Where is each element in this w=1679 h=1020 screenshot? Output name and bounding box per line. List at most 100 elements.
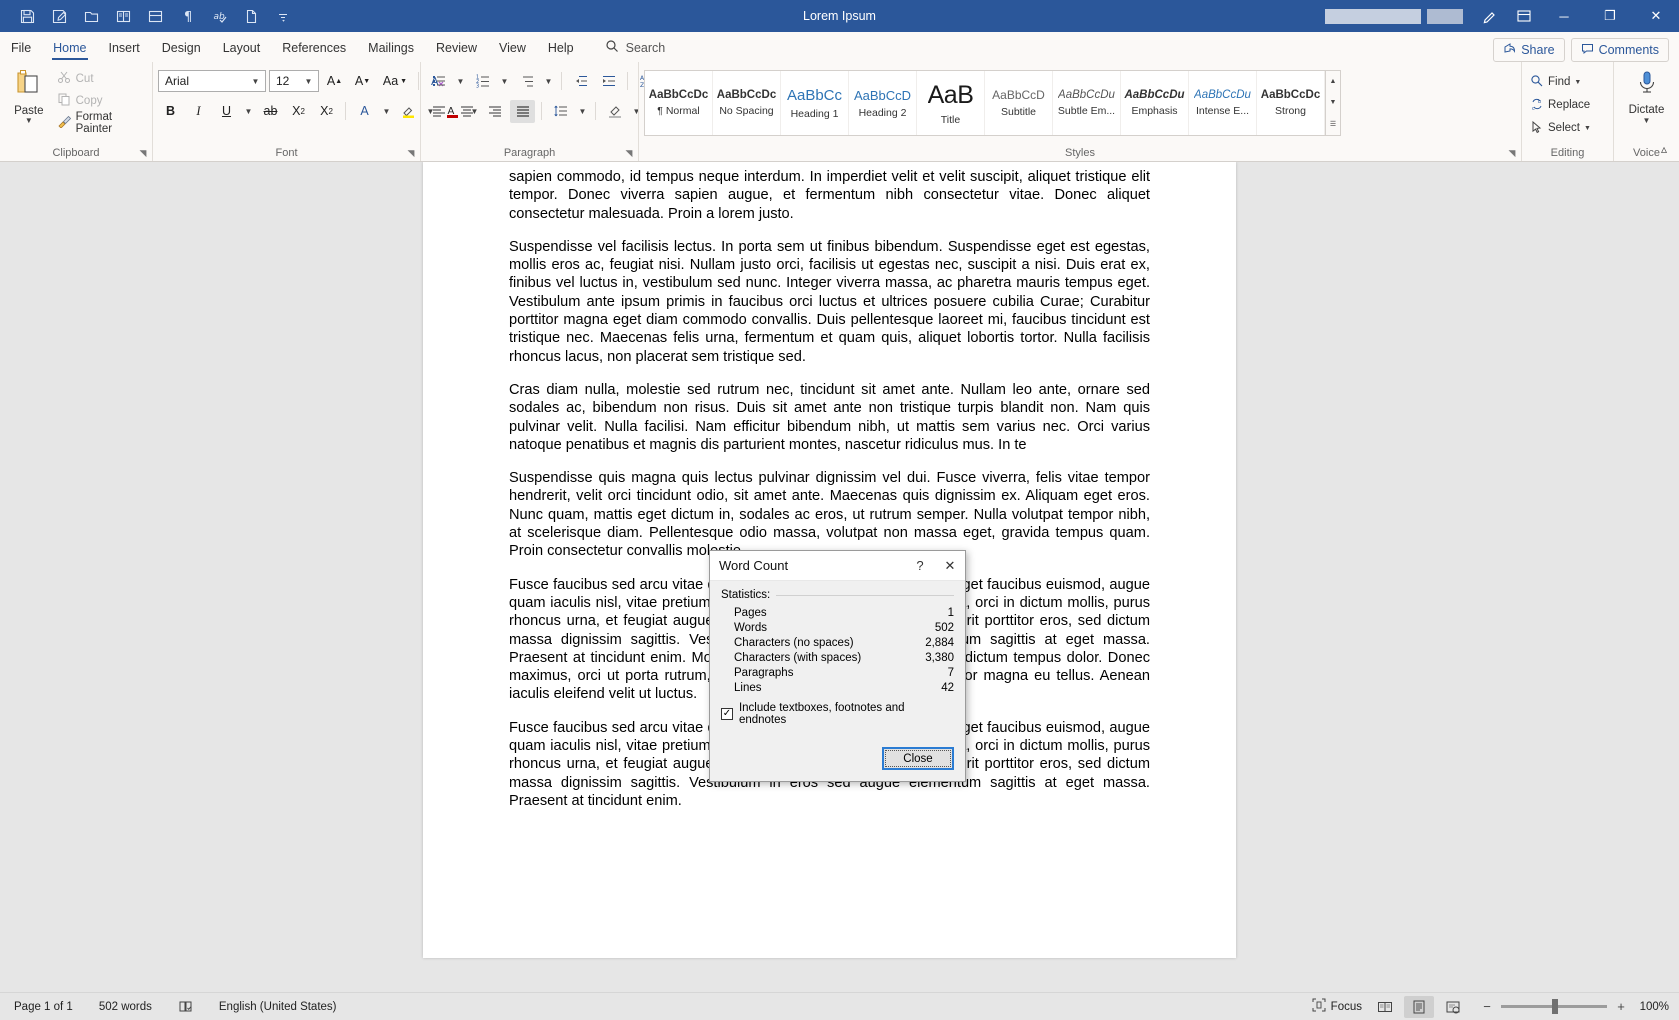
new-document-icon[interactable] bbox=[236, 3, 266, 29]
chevron-down-icon[interactable]: ▼ bbox=[1643, 116, 1651, 125]
read-mode-view-button[interactable] bbox=[1370, 996, 1400, 1018]
style-subtitle[interactable]: AaBbCcD Subtitle bbox=[985, 71, 1053, 135]
bullet-list-icon[interactable] bbox=[426, 70, 451, 93]
read-mode-icon[interactable] bbox=[108, 3, 138, 29]
dialog-close-button[interactable]: Close bbox=[882, 747, 954, 770]
style-heading-2[interactable]: AaBbCcD Heading 2 bbox=[849, 71, 917, 135]
chevron-down-icon[interactable]: ▼ bbox=[1584, 125, 1591, 132]
zoom-thumb[interactable] bbox=[1552, 999, 1558, 1014]
page-indicator[interactable]: Page 1 of 1 bbox=[10, 999, 77, 1015]
grow-font-icon[interactable]: A ▲ bbox=[322, 70, 347, 93]
format-painter-button[interactable]: Format Painter bbox=[53, 111, 147, 135]
change-case-icon[interactable]: Aa ▼ bbox=[378, 70, 412, 93]
comments-button[interactable]: Comments bbox=[1570, 38, 1669, 62]
tab-view[interactable]: View bbox=[488, 34, 537, 62]
pen-icon[interactable] bbox=[1473, 0, 1507, 32]
chevron-down-icon[interactable]: ▼ bbox=[454, 70, 467, 93]
chevron-down-icon[interactable]: ▼ bbox=[301, 77, 316, 86]
increase-indent-icon[interactable] bbox=[596, 70, 621, 93]
clipboard-dialog-launcher[interactable]: ◥ bbox=[137, 147, 149, 159]
customize-qat-icon[interactable] bbox=[268, 3, 298, 29]
numbered-list-icon[interactable]: 123 bbox=[470, 70, 495, 93]
style-strong[interactable]: AaBbCcDc Strong bbox=[1257, 71, 1325, 135]
style-subtle-emphasis[interactable]: AaBbCcDu Subtle Em... bbox=[1053, 71, 1121, 135]
cut-button[interactable]: Cut bbox=[53, 68, 147, 89]
maximize-button[interactable]: ❐ bbox=[1587, 0, 1633, 32]
share-button[interactable]: Share bbox=[1493, 38, 1565, 62]
style-heading-1[interactable]: AaBbCс Heading 1 bbox=[781, 71, 849, 135]
align-center-icon[interactable] bbox=[454, 100, 479, 123]
proofing-errors-icon[interactable] bbox=[174, 997, 197, 1016]
align-right-icon[interactable] bbox=[482, 100, 507, 123]
styles-dialog-launcher[interactable]: ◥ bbox=[1506, 147, 1518, 159]
save-icon[interactable] bbox=[12, 3, 42, 29]
align-justify-icon[interactable] bbox=[510, 99, 535, 123]
include-textboxes-checkbox[interactable]: ✓ Include textboxes, footnotes and endno… bbox=[721, 702, 954, 726]
checkbox-box[interactable]: ✓ bbox=[721, 708, 733, 720]
print-layout-view-button[interactable] bbox=[1404, 995, 1434, 1018]
text-highlight-icon[interactable] bbox=[396, 100, 421, 123]
chevron-down-icon[interactable]: ▼ bbox=[498, 70, 511, 93]
tab-home[interactable]: Home bbox=[42, 34, 97, 62]
chevron-down-icon[interactable]: ▼ bbox=[1574, 79, 1581, 86]
tab-references[interactable]: References bbox=[271, 34, 357, 62]
zoom-out-button[interactable]: − bbox=[1480, 999, 1494, 1014]
chevron-down-icon[interactable]: ▼ bbox=[576, 100, 589, 123]
tab-insert[interactable]: Insert bbox=[98, 34, 151, 62]
bold-icon[interactable]: B bbox=[158, 100, 183, 123]
spelling-icon[interactable]: ab bbox=[204, 3, 234, 29]
style-no-spacing[interactable]: AaBbCcDc No Spacing bbox=[713, 71, 781, 135]
search-input[interactable]: Search bbox=[626, 41, 666, 55]
autosave-icon[interactable] bbox=[44, 3, 74, 29]
collapse-ribbon-icon[interactable]: ▵ bbox=[1655, 142, 1673, 158]
multilevel-list-icon[interactable] bbox=[514, 70, 539, 93]
chevron-down-icon[interactable]: ▼ bbox=[25, 117, 33, 125]
paragraph-dialog-launcher[interactable]: ◥ bbox=[623, 147, 635, 159]
align-left-icon[interactable] bbox=[426, 100, 451, 123]
dictate-button[interactable]: Dictate ▼ bbox=[1619, 68, 1674, 125]
ribbon-display-options-icon[interactable] bbox=[1507, 0, 1541, 32]
shrink-font-icon[interactable]: A ▼ bbox=[350, 70, 375, 93]
word-count-indicator[interactable]: 502 words bbox=[95, 999, 156, 1015]
style-emphasis[interactable]: AaBbCcDu Emphasis bbox=[1121, 71, 1189, 135]
tab-review[interactable]: Review bbox=[425, 34, 488, 62]
find-button[interactable]: Find ▼ bbox=[1527, 71, 1584, 93]
chevron-down-icon[interactable]: ▼ bbox=[542, 70, 555, 93]
strikethrough-icon[interactable]: ab bbox=[258, 100, 283, 123]
open-folder-icon[interactable] bbox=[76, 3, 106, 29]
subscript-icon[interactable]: X2 bbox=[286, 100, 311, 123]
search-box[interactable]: Search bbox=[605, 34, 666, 62]
superscript-icon[interactable]: X2 bbox=[314, 100, 339, 123]
style-title[interactable]: AaB Title bbox=[917, 71, 985, 135]
zoom-level[interactable]: 100% bbox=[1635, 1001, 1669, 1013]
line-spacing-icon[interactable] bbox=[548, 100, 573, 123]
dialog-help-button[interactable]: ? bbox=[905, 552, 935, 580]
select-button[interactable]: Select ▼ bbox=[1527, 117, 1594, 139]
tab-design[interactable]: Design bbox=[151, 34, 212, 62]
web-layout-view-button[interactable] bbox=[1438, 996, 1468, 1018]
tab-file[interactable]: File bbox=[0, 34, 42, 62]
close-button[interactable]: ✕ bbox=[1633, 0, 1679, 32]
paste-button[interactable]: Paste ▼ bbox=[5, 65, 53, 125]
chevron-down-icon[interactable]: ▼ bbox=[380, 100, 393, 123]
chevron-down-icon[interactable]: ▼ bbox=[248, 77, 263, 86]
paragraph-marks-icon[interactable]: ¶ bbox=[172, 3, 202, 29]
minimize-button[interactable]: ─ bbox=[1541, 0, 1587, 32]
chevron-down-icon[interactable]: ▼ bbox=[242, 100, 255, 123]
tab-layout[interactable]: Layout bbox=[212, 34, 272, 62]
tab-mailings[interactable]: Mailings bbox=[357, 34, 425, 62]
dialog-close-icon[interactable]: ✕ bbox=[935, 552, 965, 580]
styles-more-icon[interactable]: ☰ bbox=[1326, 114, 1340, 135]
print-layout-icon[interactable] bbox=[140, 3, 170, 29]
tab-help[interactable]: Help bbox=[537, 34, 585, 62]
italic-icon[interactable]: I bbox=[186, 100, 211, 123]
style-normal[interactable]: AaBbCcDc ¶ Normal bbox=[645, 71, 713, 135]
shading-icon[interactable] bbox=[602, 100, 627, 123]
word-count-dialog[interactable]: Word Count ? ✕ Statistics: Pages 1 Words… bbox=[709, 550, 966, 782]
replace-button[interactable]: bc Replace bbox=[1527, 94, 1593, 116]
styles-scroll-down-icon[interactable]: ▼ bbox=[1326, 92, 1340, 113]
styles-scroll-up-icon[interactable]: ▲ bbox=[1326, 71, 1340, 92]
font-name-combo[interactable]: Arial ▼ bbox=[158, 70, 266, 92]
focus-button[interactable]: Focus bbox=[1308, 996, 1366, 1017]
decrease-indent-icon[interactable] bbox=[568, 70, 593, 93]
